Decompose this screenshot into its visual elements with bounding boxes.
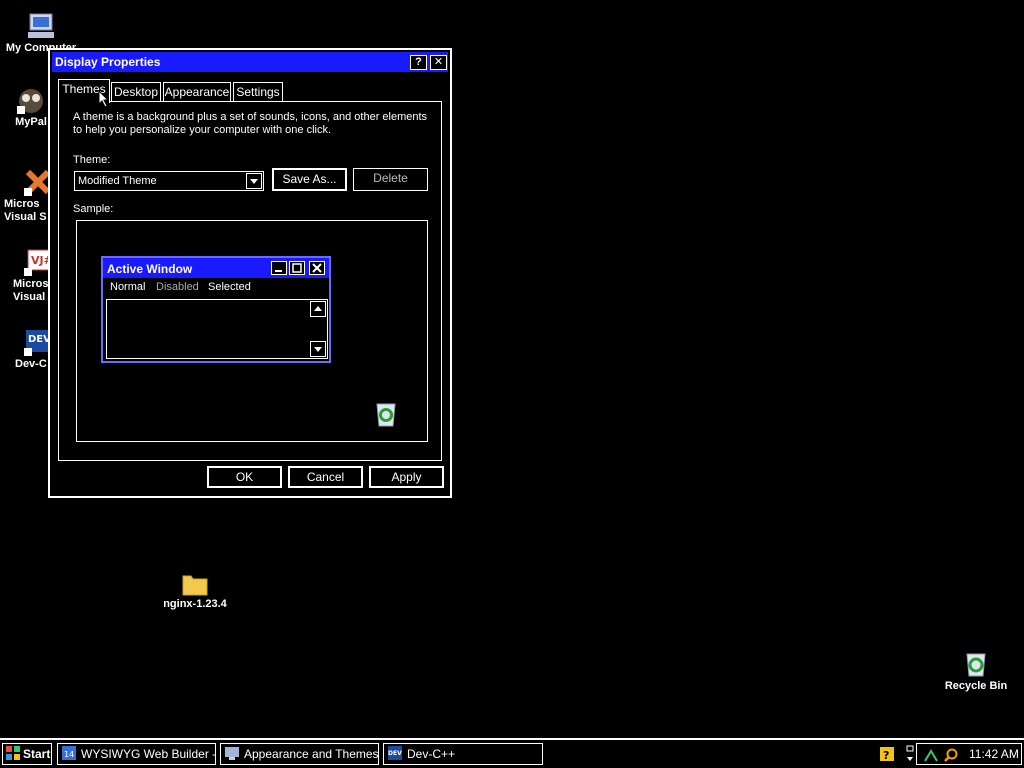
start-button[interactable]: Start [2,743,52,765]
recycle-bin-icon [966,653,986,677]
network-icon[interactable] [923,747,939,763]
save-as-button[interactable]: Save As... [272,168,347,191]
tab-settings[interactable]: Settings [233,82,283,102]
system-tray: 11:42 AM [916,743,1022,765]
display-properties-icon [225,747,239,760]
recycle-bin-icon [376,403,396,427]
svg-text:?: ? [883,749,889,761]
dialog-titlebar[interactable]: Display Properties ? ✕ [52,52,448,72]
taskbar-item-label: WYSIWYG Web Builder -... [81,747,216,761]
scroll-down-icon [310,341,326,357]
restore-windows-icon[interactable] [905,744,915,764]
taskbar-item-wysiwyg[interactable]: 14 WYSIWYG Web Builder -... [57,743,216,765]
chevron-down-icon[interactable] [246,173,262,189]
start-label: Start [23,747,51,761]
theme-select-value: Modified Theme [78,175,157,187]
sample-menu-disabled: Disabled [156,281,199,293]
sample-list-box [106,299,328,359]
dev-cpp-icon: DEV [388,746,402,760]
cancel-button[interactable]: Cancel [288,466,363,488]
theme-sample-preview: Active Window Normal Disabled Selected [76,220,428,442]
maximize-icon [289,261,305,275]
apply-button[interactable]: Apply [369,466,444,488]
desktop-icon-label: Micros Visual S [4,198,47,223]
sample-active-window: Active Window Normal Disabled Selected [101,256,331,363]
close-icon [309,261,325,275]
help-icon[interactable]: ? [880,747,894,761]
close-button[interactable]: ✕ [430,55,447,70]
clock[interactable]: 11:42 AM [969,747,1019,761]
wysiwyg-app-icon: 14 [62,746,76,760]
taskbar: Start 14 WYSIWYG Web Builder -... Appeara… [0,738,1024,768]
desktop-icon-visual-jsharp[interactable]: VJ# Micros Visual [10,248,53,304]
delete-button[interactable]: Delete [353,168,428,191]
svg-text:14: 14 [64,750,74,759]
svg-text:DEV: DEV [388,750,402,757]
taskbar-item-label: Appearance and Themes [244,747,379,761]
taskbar-item-appearance-themes[interactable]: Appearance and Themes [220,743,379,765]
taskbar-item-label: Dev-C++ [407,747,456,761]
sample-menu-selected: Selected [208,281,251,293]
theme-label: Theme: [73,154,111,166]
mouse-cursor-icon [98,90,110,108]
sample-window-titlebar: Active Window [103,258,329,278]
desktop-icon-label: Micros Visual [13,278,49,303]
mypal-icon [17,89,43,114]
taskbar-item-dev-cpp[interactable]: DEV Dev-C++ [383,743,543,765]
scroll-up-icon [310,301,326,317]
desktop-icon-recycle-bin[interactable]: Recycle Bin [936,648,1016,692]
sample-window-title: Active Window [107,262,193,276]
display-properties-dialog: Display Properties ? ✕ Themes Desktop Ap… [48,48,452,498]
tab-appearance[interactable]: Appearance [163,82,231,102]
search-icon[interactable] [943,747,959,763]
desktop-icon-nginx-folder[interactable]: nginx-1.23.4 [156,570,234,610]
sample-menu-normal: Normal [110,281,146,293]
desktop-icon-label: nginx-1.23.4 [163,598,227,610]
help-button[interactable]: ? [410,55,427,70]
desktop-icon-label: Recycle Bin [944,680,1008,692]
ok-button[interactable]: OK [207,466,282,488]
sample-label: Sample: [73,203,114,215]
folder-icon [182,575,208,596]
dialog-title: Display Properties [55,55,161,69]
windows-logo-icon [6,746,20,760]
tab-desktop[interactable]: Desktop [111,82,161,102]
theme-select[interactable]: Modified Theme [74,171,264,191]
desktop-icon-visual-studio[interactable]: Micros Visual S [2,168,51,224]
my-computer-icon [28,13,54,38]
minimize-icon [271,261,287,275]
themes-panel: A theme is a background plus a set of so… [58,101,442,461]
theme-description: A theme is a background plus a set of so… [73,111,428,136]
